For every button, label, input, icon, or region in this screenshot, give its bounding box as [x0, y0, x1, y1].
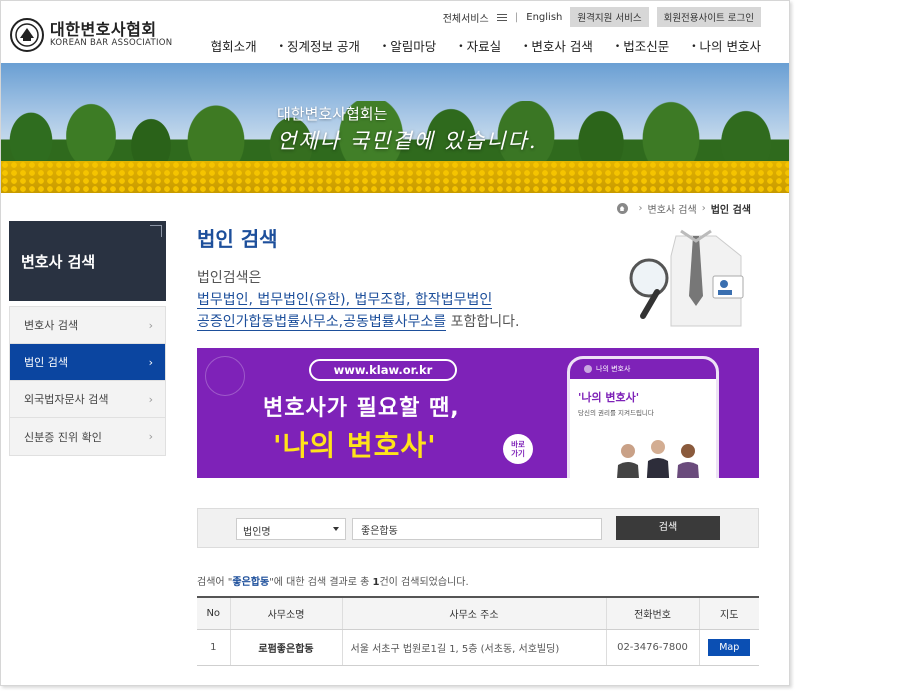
intro-line-2: 법무법인, 법무법인(유한), 법무조합, 합작법무법인	[197, 292, 493, 309]
phone-subtitle: 당신의 권리를 지켜드립니다	[578, 409, 654, 417]
intro-line-1: 법인검색은	[197, 270, 262, 286]
sidebar-item-label: 법인 검색	[24, 356, 68, 369]
phone-title: '나의 변호사'	[578, 391, 640, 404]
intro-line-3-tail: 포함합니다.	[446, 314, 520, 330]
banner-logo-mark	[205, 356, 245, 396]
logo-english-text: KOREAN BAR ASSOCIATION	[50, 37, 173, 48]
result-prefix: 검색어 "	[197, 577, 233, 588]
gnb-item-my-lawyer[interactable]: 나의 변호사	[691, 36, 761, 55]
browser-viewport: 대한변호사협회 KOREAN BAR ASSOCIATION 전체서비스 | E…	[0, 0, 790, 686]
results-table: No 사무소명 사무소 주소 전화번호 지도 1 로펌좋은합동 서울 서초구 법…	[197, 596, 759, 666]
sidebar-item-id-verification[interactable]: 신분증 진위 확인 ›	[10, 418, 165, 455]
magnifier-shirt-illustration	[629, 229, 744, 327]
chevron-right-icon: ›	[148, 318, 153, 332]
sidebar-item-foreign-consultant[interactable]: 외국법자문사 검색 ›	[10, 381, 165, 418]
go-label-2: 가기	[511, 449, 525, 458]
sidebar-header: 변호사 검색	[9, 221, 166, 301]
gnb-item-notice[interactable]: 알림마당	[382, 36, 436, 55]
banner-headline: 변호사가 필요할 땐,	[263, 396, 460, 421]
utility-bar: 전체서비스 | English 원격지원 서비스 회원전용사이트 로그인	[443, 7, 761, 27]
col-address: 사무소 주소	[341, 596, 606, 630]
breadcrumb-separator: ›	[701, 203, 706, 214]
search-button[interactable]: 검색	[616, 516, 720, 540]
sidebar-item-label: 변호사 검색	[24, 319, 79, 332]
search-panel: 법인명 검색	[197, 508, 759, 548]
result-summary: 검색어 "좋은합동"에 대한 검색 결과로 총 1건이 검색되었습니다.	[197, 573, 469, 588]
banner-go-button[interactable]: 바로 가기	[503, 434, 533, 464]
search-type-select[interactable]: 법인명	[236, 518, 346, 540]
hero-banner: 대한변호사협회는 언제나 국민곁에 있습니다.	[1, 63, 789, 193]
sidebar-item-lawyer-search[interactable]: 변호사 검색 ›	[10, 307, 165, 344]
remote-support-button[interactable]: 원격지원 서비스	[570, 7, 649, 27]
result-middle: "에 대한 검색 결과로 총	[269, 577, 373, 588]
all-services-link[interactable]: 전체서비스	[443, 10, 507, 25]
cell-map: Map	[698, 629, 759, 666]
col-map: 지도	[698, 596, 759, 630]
gnb-item-lawyer-search[interactable]: 변호사 검색	[523, 36, 592, 55]
banner-highlight: '나의 변호사'	[273, 429, 437, 462]
logo-korean-text: 대한변호사협회	[50, 20, 157, 40]
breadcrumb-current: 법인 검색	[710, 205, 751, 216]
chevron-right-icon: ›	[148, 430, 153, 443]
chevron-right-icon: ›	[148, 355, 153, 369]
sidebar-item-label: 외국법자문사 검색	[24, 393, 109, 406]
gnb-item-discipline[interactable]: 징계정보 공개	[279, 36, 360, 55]
cell-no: 1	[197, 629, 230, 666]
gnb-item-about[interactable]: 협회소개	[211, 36, 257, 55]
hero-line-1: 대한변호사협회는	[277, 105, 388, 123]
col-phone: 전화번호	[605, 596, 699, 630]
page-title: 법인 검색	[197, 227, 278, 251]
breadcrumb: › 변호사 검색 › 법인 검색	[616, 201, 751, 216]
member-login-button[interactable]: 회원전용사이트 로그인	[656, 7, 761, 27]
map-button[interactable]: Map	[708, 638, 751, 656]
all-services-label: 전체서비스	[442, 13, 489, 25]
breadcrumb-separator: ›	[638, 203, 643, 214]
search-input[interactable]	[352, 518, 602, 540]
intro-text: 법인검색은 법무법인, 법무법인(유한), 법무조합, 합작법무법인 공증인가합…	[197, 267, 519, 333]
result-suffix: 건이 검색되었습니다.	[379, 577, 469, 588]
col-no: No	[197, 596, 230, 630]
sidebar-title: 변호사 검색	[21, 253, 96, 271]
go-label-1: 바로	[511, 440, 525, 449]
caret-down-icon	[333, 527, 339, 531]
col-office-name: 사무소명	[229, 596, 342, 630]
result-keyword: 좋은합동	[232, 577, 270, 588]
gnb-item-archive[interactable]: 자료실	[458, 36, 502, 55]
hero-sunflowers	[1, 161, 789, 193]
hamburger-icon	[496, 13, 507, 22]
table-header-row: No 사무소명 사무소 주소 전화번호 지도	[197, 596, 759, 630]
home-icon[interactable]	[616, 203, 628, 214]
site-header: 대한변호사협회 KOREAN BAR ASSOCIATION 전체서비스 | E…	[1, 1, 789, 63]
phone-app-name: 나의 변호사	[596, 365, 631, 373]
sidebar-menu: 변호사 검색 › 법인 검색 › 외국법자문사 검색 › 신분증 진위 확인 ›	[9, 306, 166, 456]
util-divider: |	[514, 11, 519, 23]
global-nav: 협회소개 징계정보 공개 알림마당 자료실 변호사 검색 법조신문 나의 변호사	[189, 36, 761, 55]
cell-office-name: 로펌좋은합동	[229, 629, 342, 666]
chevron-right-icon: ›	[148, 392, 153, 406]
phone-mockup: 나의 변호사 '나의 변호사' 당신의 권리를 지켜드립니다	[567, 356, 719, 478]
cell-phone: 02-3476-7800	[605, 629, 699, 666]
gnb-item-law-times[interactable]: 법조신문	[615, 36, 669, 55]
hero-slogan: 언제나 국민곁에 있습니다.	[277, 129, 538, 153]
lawyers-illustration	[617, 440, 699, 478]
phone-app-bar: 나의 변호사	[570, 359, 716, 379]
cell-address: 서울 서초구 법원로1길 1, 5층 (서초동, 서호빌딩)	[341, 629, 606, 666]
corner-decoration	[150, 225, 162, 237]
my-lawyer-banner[interactable]: www.klaw.or.kr 변호사가 필요할 땐, '나의 변호사' 바로 가…	[197, 348, 759, 478]
sidebar-item-label: 신분증 진위 확인	[24, 430, 102, 444]
table-row: 1 로펌좋은합동 서울 서초구 법원로1길 1, 5층 (서초동, 서호빌딩) …	[197, 629, 759, 666]
intro-line-3-highlight: 공증인가합동법률사무소,공동법률사무소를	[197, 314, 447, 331]
sidebar-item-corporation-search[interactable]: 법인 검색 ›	[10, 344, 165, 381]
site-logo[interactable]: 대한변호사협회 KOREAN BAR ASSOCIATION	[9, 17, 172, 53]
search-type-value: 법인명	[243, 527, 271, 538]
app-logo-icon	[584, 365, 592, 373]
english-link[interactable]: English	[526, 12, 562, 23]
kba-emblem-icon	[10, 18, 44, 52]
banner-url: www.klaw.or.kr	[309, 359, 457, 381]
breadcrumb-parent[interactable]: 변호사 검색	[648, 201, 697, 216]
